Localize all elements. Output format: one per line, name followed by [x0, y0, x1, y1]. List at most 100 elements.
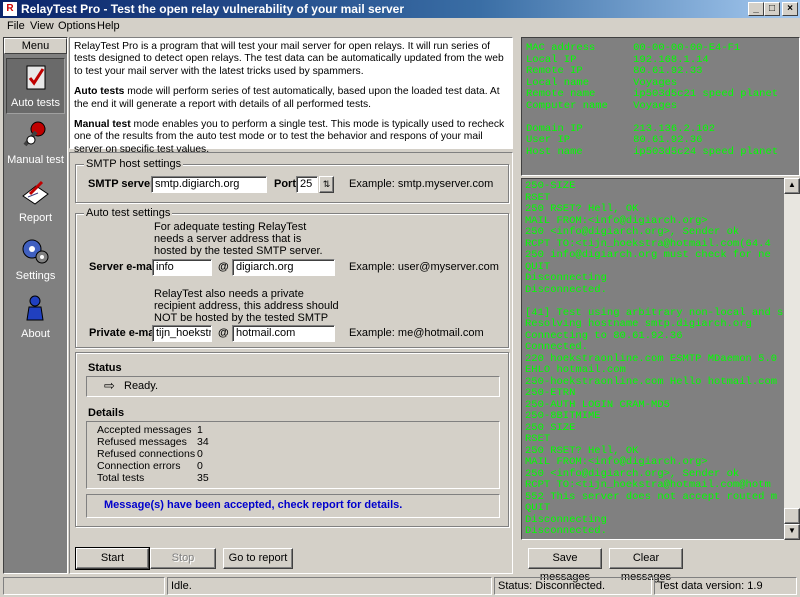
- sidebar-item-label: Report: [18, 212, 53, 224]
- status-text: Ready.: [124, 380, 159, 392]
- statusbar-connection: Status: Disconnected.: [494, 577, 652, 595]
- description-auto-text: mode will perform series of test automat…: [74, 86, 500, 110]
- log-line: Remote name ip503d5c21 speed planet: [526, 88, 779, 100]
- sidebar-item-about[interactable]: About: [6, 290, 65, 346]
- log-line: Connected.: [525, 341, 589, 353]
- maximize-button[interactable]: □: [764, 2, 780, 16]
- detail-value: 0: [197, 448, 203, 460]
- server-email-example: Example: user@myserver.com: [349, 261, 499, 273]
- save-messages-button[interactable]: Save messages: [528, 548, 602, 583]
- port-spin-icon[interactable]: ⇅: [319, 176, 334, 193]
- title-bar[interactable]: R RelayTest Pro - Test the open relay vu…: [0, 0, 800, 18]
- sidebar-item-label: Settings: [15, 270, 56, 282]
- statusbar-state: Idle.: [167, 577, 492, 595]
- server-email-user-input[interactable]: info: [152, 259, 212, 276]
- log-scrollbar[interactable]: ▲ ▼: [784, 178, 800, 540]
- log-line: Disconnected.: [525, 283, 607, 296]
- log-line: Disconnecting: [525, 272, 607, 284]
- menu-view[interactable]: View: [30, 20, 54, 32]
- go-to-report-button[interactable]: Go to report: [223, 548, 293, 569]
- minimize-button[interactable]: _: [748, 2, 764, 16]
- private-email-example: Example: me@hotmail.com: [349, 327, 484, 339]
- sidebar-item-report[interactable]: Report: [6, 174, 65, 230]
- sidebar-item-auto-tests[interactable]: Auto tests: [6, 58, 65, 114]
- detail-value: 34: [197, 436, 209, 448]
- checklist-icon: [26, 65, 46, 90]
- description-auto-title: Auto tests: [74, 86, 125, 98]
- description-manual: Manual test mode enables you to perform …: [74, 119, 508, 156]
- log-line: Disconnected.: [525, 525, 607, 537]
- log-line: 250 SIZE: [525, 421, 576, 434]
- app-icon: R: [3, 2, 17, 16]
- log-line: 250 <info@digiarch.org>, Sender ok: [525, 226, 740, 238]
- server-email-info: For adequate testing RelayTest needs a s…: [154, 221, 323, 257]
- log-line: 250 RSET? Hell, OK: [525, 203, 639, 215]
- server-email-domain-input[interactable]: digiarch.org: [232, 259, 335, 276]
- stop-button[interactable]: Stop: [150, 548, 216, 569]
- log-line: MAIL FROM:<info@digiarch.org>: [525, 456, 708, 468]
- description-panel: RelayTest Pro is a program that will tes…: [69, 37, 513, 155]
- connection-info-log: MAC address 00-00-00-00-E4-F1 Local IP 19…: [521, 37, 800, 176]
- window-title: RelayTest Pro - Test the open relay vuln…: [21, 2, 405, 16]
- status-title: Status: [88, 362, 122, 374]
- message-log[interactable]: 250-SIZE RSET 250 RSET? Hell, OK MAIL FROM:…: [521, 178, 800, 540]
- at-sign: @: [218, 327, 229, 339]
- server-email-label: Server e-mail: [89, 261, 159, 273]
- menu-help[interactable]: Help: [97, 20, 120, 32]
- at-sign: @: [218, 261, 229, 273]
- tools-icon: [23, 121, 46, 147]
- menu-bar: File View Options Help: [0, 18, 800, 36]
- clear-messages-button[interactable]: Clear messages: [609, 548, 683, 583]
- detail-value: 0: [197, 460, 203, 472]
- smtp-server-input[interactable]: smtp.digiarch.org: [151, 176, 267, 193]
- detail-label: Connection errors: [97, 460, 181, 472]
- report-icon: [22, 180, 49, 205]
- arrow-right-icon: ⇨: [104, 378, 115, 393]
- log-line: RSET: [525, 433, 551, 445]
- result-message-box: Message(s) have been accepted, check rep…: [86, 494, 500, 518]
- detail-label: Refused connections: [97, 448, 196, 460]
- private-email-label: Private e-mail: [89, 327, 161, 339]
- log-line: QUIT: [525, 502, 551, 514]
- private-email-domain-input[interactable]: hotmail.com: [232, 325, 335, 342]
- scroll-thumb[interactable]: [784, 508, 800, 524]
- log-line: 250-SIZE: [525, 180, 576, 192]
- start-button[interactable]: Start: [75, 547, 150, 570]
- log-line: 250 info@digiarch.org must check for ne: [525, 249, 771, 261]
- port-label: Port: [274, 178, 296, 190]
- gear-icon: [22, 239, 49, 264]
- group-title: SMTP host settings: [84, 158, 184, 170]
- log-line: Resolving hostname smtp.digiarch.org: [525, 318, 752, 330]
- log-line: Computer name Voyages: [526, 99, 678, 112]
- smtp-settings-group: SMTP host settings SMTP server smtp.digi…: [75, 158, 509, 203]
- log-line: Remote IP 80.61.92.33: [526, 65, 703, 77]
- private-email-user-input[interactable]: tijn_hoekstra: [152, 325, 212, 342]
- result-message: Message(s) have been accepted, check rep…: [104, 499, 403, 511]
- detail-value: 1: [197, 424, 203, 436]
- details-title: Details: [88, 407, 125, 419]
- description-intro: RelayTest Pro is a program that will tes…: [74, 41, 504, 77]
- sidebar-item-label: Auto tests: [11, 97, 60, 109]
- log-line: 250-8BITMIME: [525, 410, 601, 422]
- description-manual-text: mode enables you to perform a single tes…: [74, 119, 505, 155]
- log-line: Host name ip503d5c24 speed planet: [526, 145, 779, 158]
- menu-file[interactable]: File: [7, 20, 25, 32]
- auto-test-settings-group: Auto test settings For adequate testing …: [75, 207, 509, 348]
- close-button[interactable]: ×: [782, 2, 798, 16]
- sidebar-item-manual-test[interactable]: Manual test: [6, 116, 65, 172]
- description-manual-title: Manual test: [74, 119, 131, 131]
- group-title: Auto test settings: [84, 207, 173, 219]
- detail-label: Total tests: [97, 472, 145, 484]
- scroll-up-icon[interactable]: ▲: [784, 178, 800, 194]
- port-input[interactable]: 25: [296, 176, 318, 193]
- statusbar-section-blank: [3, 577, 165, 595]
- statusbar-version: Test data version: 1.9: [654, 577, 797, 595]
- detail-label: Accepted messages: [97, 424, 192, 436]
- menu-options[interactable]: Options: [58, 20, 96, 32]
- log-line: 552 This server does not accept routed m: [525, 490, 778, 503]
- sidebar-item-settings[interactable]: Settings: [6, 232, 65, 288]
- log-line: User IP 80.61.92.36: [526, 134, 703, 146]
- main-panel: SMTP host settings SMTP server smtp.digi…: [69, 152, 513, 574]
- smtp-example: Example: smtp.myserver.com: [349, 178, 494, 190]
- scroll-down-icon[interactable]: ▼: [784, 524, 800, 540]
